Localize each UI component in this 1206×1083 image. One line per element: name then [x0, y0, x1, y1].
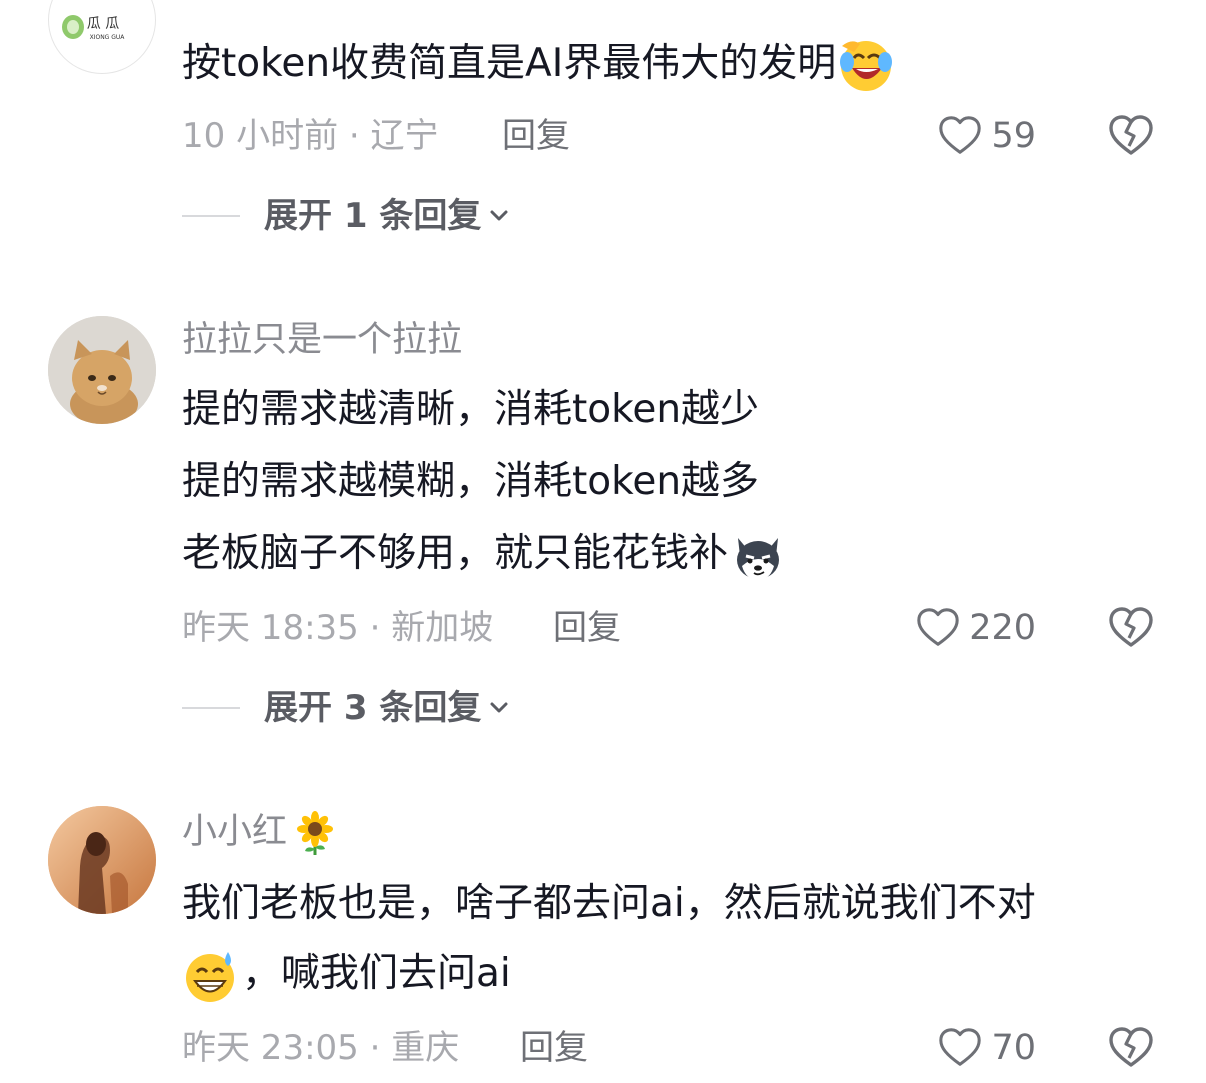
divider — [182, 707, 240, 709]
dislike-button[interactable] — [1106, 602, 1156, 652]
heart-icon — [939, 116, 982, 154]
reply-button[interactable]: 回复 — [520, 1026, 588, 1070]
avatar[interactable] — [48, 806, 156, 914]
comment-meta: 昨天 18:35 · 新加坡 — [182, 608, 494, 648]
divider — [182, 215, 240, 217]
expand-replies[interactable]: 展开 3 条回复 — [182, 684, 511, 732]
like-button[interactable]: 220 — [915, 604, 1036, 652]
like-button[interactable]: 59 — [937, 112, 1036, 160]
husky-dog-face-icon — [730, 528, 786, 584]
like-count: 59 — [991, 116, 1036, 156]
comment-line: 提的需求越模糊，消耗token越多 — [182, 459, 760, 504]
dislike-button[interactable] — [1106, 110, 1156, 160]
dislike-button[interactable] — [1106, 1022, 1156, 1072]
svg-text:瓜 瓜: 瓜 瓜 — [87, 16, 119, 32]
comment-meta: 昨天 23:05 · 重庆 — [182, 1028, 460, 1068]
sunflower-icon — [293, 811, 337, 855]
comment-line: 提的需求越清晰，消耗token越少 — [182, 387, 760, 432]
comment-line: ，喊我们去问ai — [242, 951, 511, 996]
expand-replies[interactable]: 展开 1 条回复 — [182, 192, 511, 240]
broken-heart-icon — [1109, 115, 1153, 155]
like-count: 70 — [991, 1028, 1036, 1068]
chevron-down-icon — [490, 210, 508, 221]
avatar-logo-text: XIONG GUA — [90, 34, 126, 41]
comment-text: ，喊我们去问ai — [182, 946, 511, 1004]
broken-heart-icon — [1109, 607, 1153, 647]
username[interactable]: 拉拉只是一个拉拉 — [182, 318, 462, 362]
comment-text: 老板脑子不够用，就只能花钱补 — [182, 526, 786, 584]
grinning-sweat-face-icon — [182, 948, 238, 1004]
reply-button[interactable]: 回复 — [553, 606, 621, 650]
username[interactable]: 小小红 — [182, 810, 337, 855]
comment-line: 老板脑子不够用，就只能花钱补 — [182, 531, 729, 576]
broken-heart-icon — [1109, 1027, 1153, 1067]
comment-meta: 10 小时前 · 辽宁 — [182, 116, 439, 156]
comment-line: 按token收费简直是AI界最伟大的发明 — [182, 41, 837, 86]
like-button[interactable]: 70 — [937, 1024, 1036, 1072]
reply-button[interactable]: 回复 — [502, 114, 570, 158]
avatar[interactable] — [48, 316, 156, 424]
comment-text: 按token收费简直是AI界最伟大的发明 — [182, 36, 894, 94]
expand-replies-label[interactable]: 展开 3 条回复 — [264, 684, 481, 732]
comment-line: 我们老板也是，啥子都去问ai，然后就说我们不对 — [182, 881, 1036, 926]
avatar[interactable]: 瓜 瓜 XIONG GUA — [48, 0, 156, 74]
expand-replies-label[interactable]: 展开 1 条回复 — [264, 192, 481, 240]
laughing-crying-face-icon — [838, 38, 894, 94]
heart-icon — [939, 1028, 982, 1066]
chevron-down-icon — [490, 702, 508, 713]
heart-icon — [917, 608, 959, 646]
like-count: 220 — [969, 608, 1036, 648]
username-text: 小小红 — [182, 812, 288, 852]
